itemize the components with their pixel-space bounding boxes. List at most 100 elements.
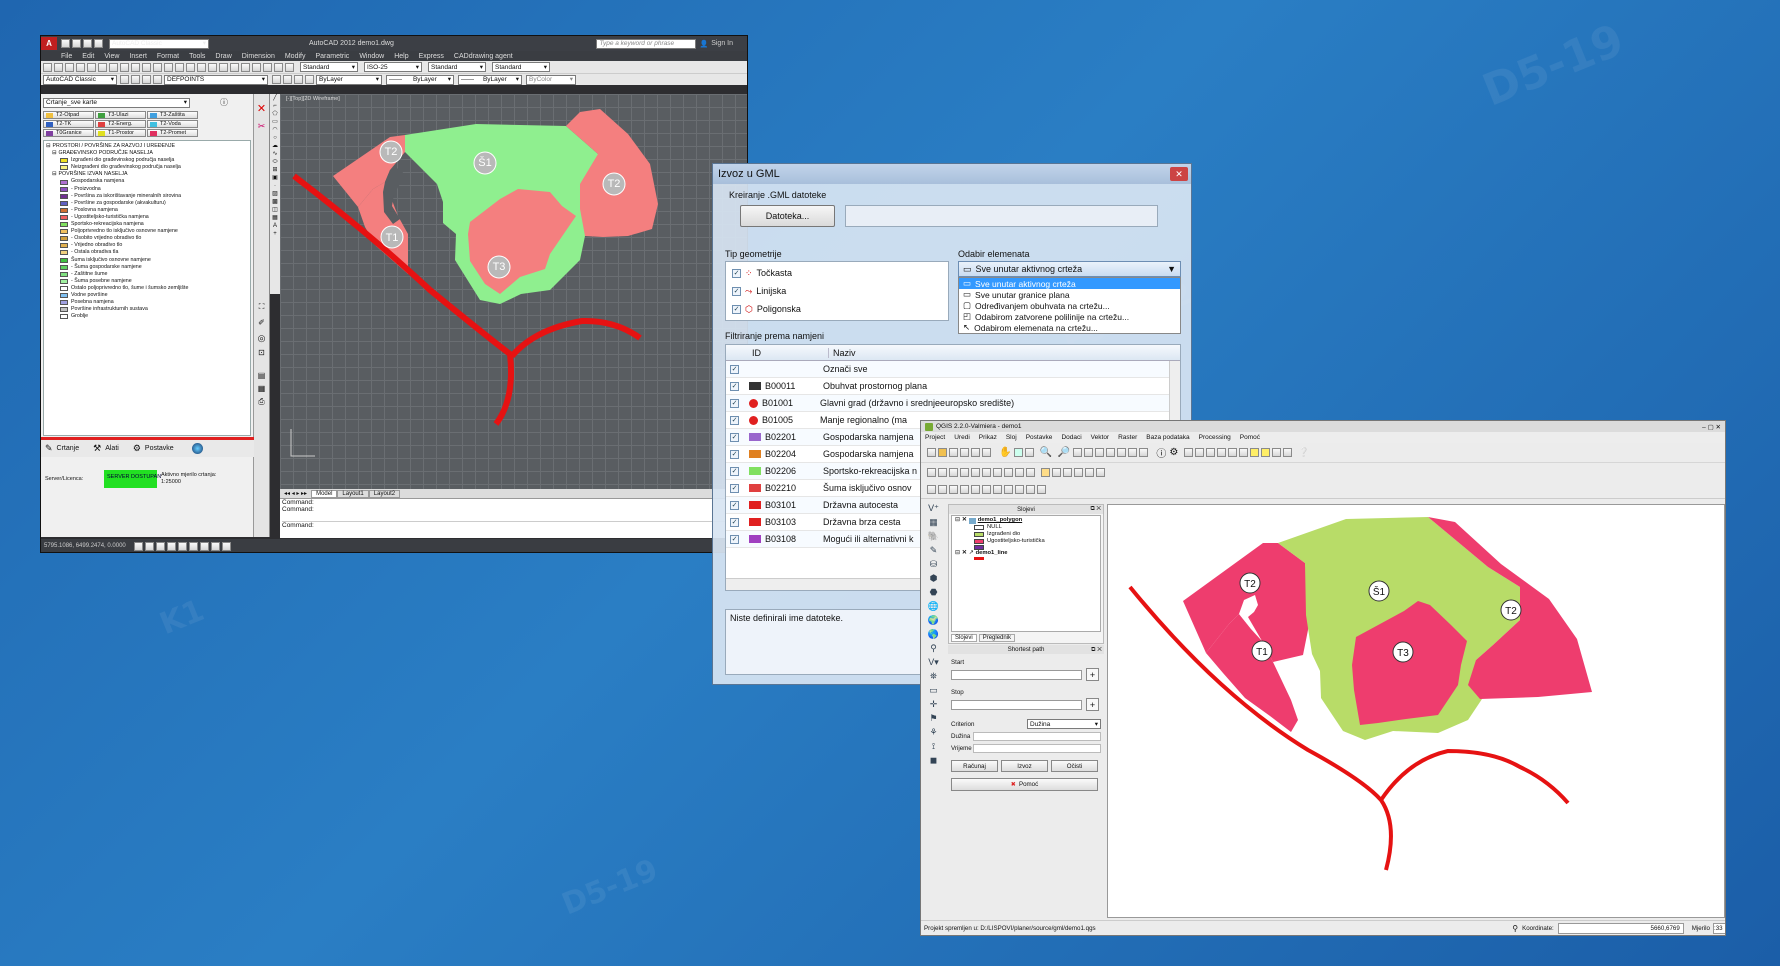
table-style-select[interactable]: Standard ▾ <box>428 62 486 72</box>
add-wcs-icon[interactable]: 🌍 <box>928 615 939 626</box>
menu-item[interactable]: Raster <box>1118 434 1137 441</box>
save-icon[interactable] <box>83 39 92 48</box>
stats-icon[interactable] <box>1239 448 1249 457</box>
stop-input[interactable] <box>951 699 1082 710</box>
help-button[interactable]: ✖ Pomoć <box>951 778 1098 791</box>
tool-icon[interactable] <box>153 62 162 72</box>
expand-icon[interactable]: ⊟ <box>955 517 960 524</box>
osnap-icon[interactable] <box>177 541 187 551</box>
arc-icon[interactable]: ◠ <box>272 126 277 134</box>
tree-item[interactable]: Vodne površine <box>46 292 248 299</box>
tools-icon[interactable]: ⚒ <box>93 443 101 454</box>
palette-layer-button[interactable]: T2-Promet <box>147 129 198 137</box>
snap-icon[interactable] <box>133 541 143 551</box>
gear-icon[interactable]: ⚙ <box>133 443 141 454</box>
composer-icon[interactable] <box>982 448 991 457</box>
palette-layer-button[interactable]: T0Granice <box>43 129 94 137</box>
menu-item[interactable]: File <box>61 53 72 60</box>
tree-item[interactable]: - Površina za iskorištavanje mineralnih … <box>46 193 248 200</box>
tool-icon[interactable] <box>164 62 173 72</box>
tab-layout1[interactable]: Layout1 <box>337 489 369 498</box>
add-wfs-icon[interactable]: 🌎 <box>928 629 939 640</box>
undo-icon[interactable] <box>94 39 103 48</box>
tree-item[interactable]: Groblje <box>46 313 248 320</box>
insert-icon[interactable]: ⊞ <box>272 166 277 174</box>
menu-item[interactable]: Postavke <box>1026 434 1053 441</box>
col-id-header[interactable]: ID <box>752 348 828 358</box>
tree-item[interactable]: - Šuma gospodarske namjene <box>46 264 248 271</box>
rectangle-icon[interactable]: ▭ <box>272 118 278 126</box>
annotation-icon[interactable] <box>1261 448 1271 457</box>
resize-icon[interactable]: ⊡ <box>254 348 269 357</box>
pencil-icon[interactable] <box>938 467 947 477</box>
tool-icon[interactable] <box>263 62 272 72</box>
tool-icon[interactable] <box>142 62 151 72</box>
coord-toggle-icon[interactable]: ⚲ <box>1512 924 1518 933</box>
plotstyle-select[interactable]: ByColor ▾ <box>526 74 576 85</box>
zoom-selection-icon[interactable] <box>1095 448 1105 457</box>
globe-icon[interactable] <box>191 443 203 454</box>
checkbox-polygon[interactable]: ✓ <box>732 304 741 314</box>
hatch-icon[interactable]: ▨ <box>272 190 278 198</box>
print-icon[interactable] <box>971 448 980 457</box>
checkbox-line[interactable]: ✓ <box>732 286 741 296</box>
tree-expand-icon[interactable]: ⊟ <box>46 143 50 150</box>
spline-icon[interactable]: ∿ <box>272 150 277 158</box>
label-change-icon[interactable] <box>1096 467 1105 477</box>
label-show-icon[interactable] <box>1063 467 1072 477</box>
zoom-last-icon[interactable] <box>1106 448 1116 457</box>
menu-item[interactable]: Draw <box>215 53 231 60</box>
table-row[interactable]: ✓ Označi sve <box>726 361 1180 378</box>
add-wcs-icon[interactable] <box>1004 485 1013 494</box>
tips-icon[interactable] <box>1250 448 1260 457</box>
palette-layer-button[interactable]: T2-Energ. <box>95 120 146 128</box>
tool-icon[interactable] <box>272 75 281 84</box>
label-move-icon[interactable] <box>1074 467 1083 477</box>
menu-item[interactable]: Insert <box>129 53 147 60</box>
tool-icon[interactable] <box>120 75 129 84</box>
add-postgis-icon[interactable]: 🐘 <box>928 531 939 542</box>
select-icon[interactable] <box>1184 448 1194 457</box>
menu-item[interactable]: Parametric <box>315 53 349 60</box>
lineweight-select[interactable]: —— ByLayer ▾ <box>458 74 522 85</box>
ellipse-icon[interactable]: ⬭ <box>272 158 277 166</box>
add-postgis-icon[interactable] <box>949 485 958 494</box>
menu-item[interactable]: Dimension <box>242 53 275 60</box>
add-oracle-icon[interactable] <box>982 485 991 494</box>
autocad-logo-icon[interactable]: A <box>41 37 57 50</box>
table-icon[interactable]: ▦ <box>272 214 278 222</box>
tool-icon[interactable] <box>54 62 63 72</box>
expand-icon[interactable]: ⊟ <box>955 550 960 557</box>
tree-item[interactable]: Sportsko-rekreacijska namjena <box>46 221 248 228</box>
open-project-icon[interactable] <box>938 448 947 457</box>
tool-icon[interactable] <box>153 75 162 84</box>
tree-sub-1[interactable]: GRAĐEVINSKO PODRUČJE NASELJA <box>58 150 152 157</box>
tree-item[interactable]: - Površine za gospodarske (akvakulturu) <box>46 200 248 207</box>
palette-layer-button[interactable]: T2-TK <box>43 120 94 128</box>
palette-layer-button[interactable]: T2-Voda <box>147 120 198 128</box>
field-calc-icon[interactable] <box>1217 448 1227 457</box>
autocad-canvas[interactable]: [-][Top][2D Wireframe] T2 Š1 T2 T1 T3 <box>280 94 747 489</box>
tree-expand-icon[interactable]: ⊟ <box>52 150 56 157</box>
tree-item[interactable]: Posebna namjena <box>46 299 248 306</box>
close-icon[interactable]: ✕ <box>254 102 269 115</box>
new-layer-icon[interactable] <box>1037 485 1046 494</box>
attribute-table-icon[interactable] <box>1206 448 1216 457</box>
command-input[interactable]: Command: <box>282 521 747 529</box>
tree-item[interactable]: Šuma isključivo osnovne namjene <box>46 257 248 264</box>
tool-icon[interactable] <box>294 75 303 84</box>
add-delimited-icon[interactable] <box>1026 485 1035 494</box>
menu-item[interactable]: Modify <box>285 53 306 60</box>
add-vector-icon[interactable] <box>927 485 936 494</box>
dim-style-select[interactable]: ISO-25 ▾ <box>364 62 422 72</box>
new-project-icon[interactable] <box>927 448 936 457</box>
select-icon[interactable]: ⛶ <box>254 302 269 312</box>
layers-icon[interactable]: ▤ <box>254 371 269 380</box>
tree-item[interactable]: Gospodarska namjena <box>46 178 248 185</box>
tree-sub-2[interactable]: POVRŠINE IZVAN NASELJA <box>58 171 127 178</box>
mleader-style-select[interactable]: Standard ▾ <box>492 62 550 72</box>
add-wms-icon[interactable] <box>993 485 1002 494</box>
help-icon[interactable]: ❔ <box>1298 447 1309 458</box>
tree-item[interactable]: - Osobito vrijedno obradivo tlo <box>46 235 248 242</box>
lwt-icon[interactable] <box>221 541 231 551</box>
